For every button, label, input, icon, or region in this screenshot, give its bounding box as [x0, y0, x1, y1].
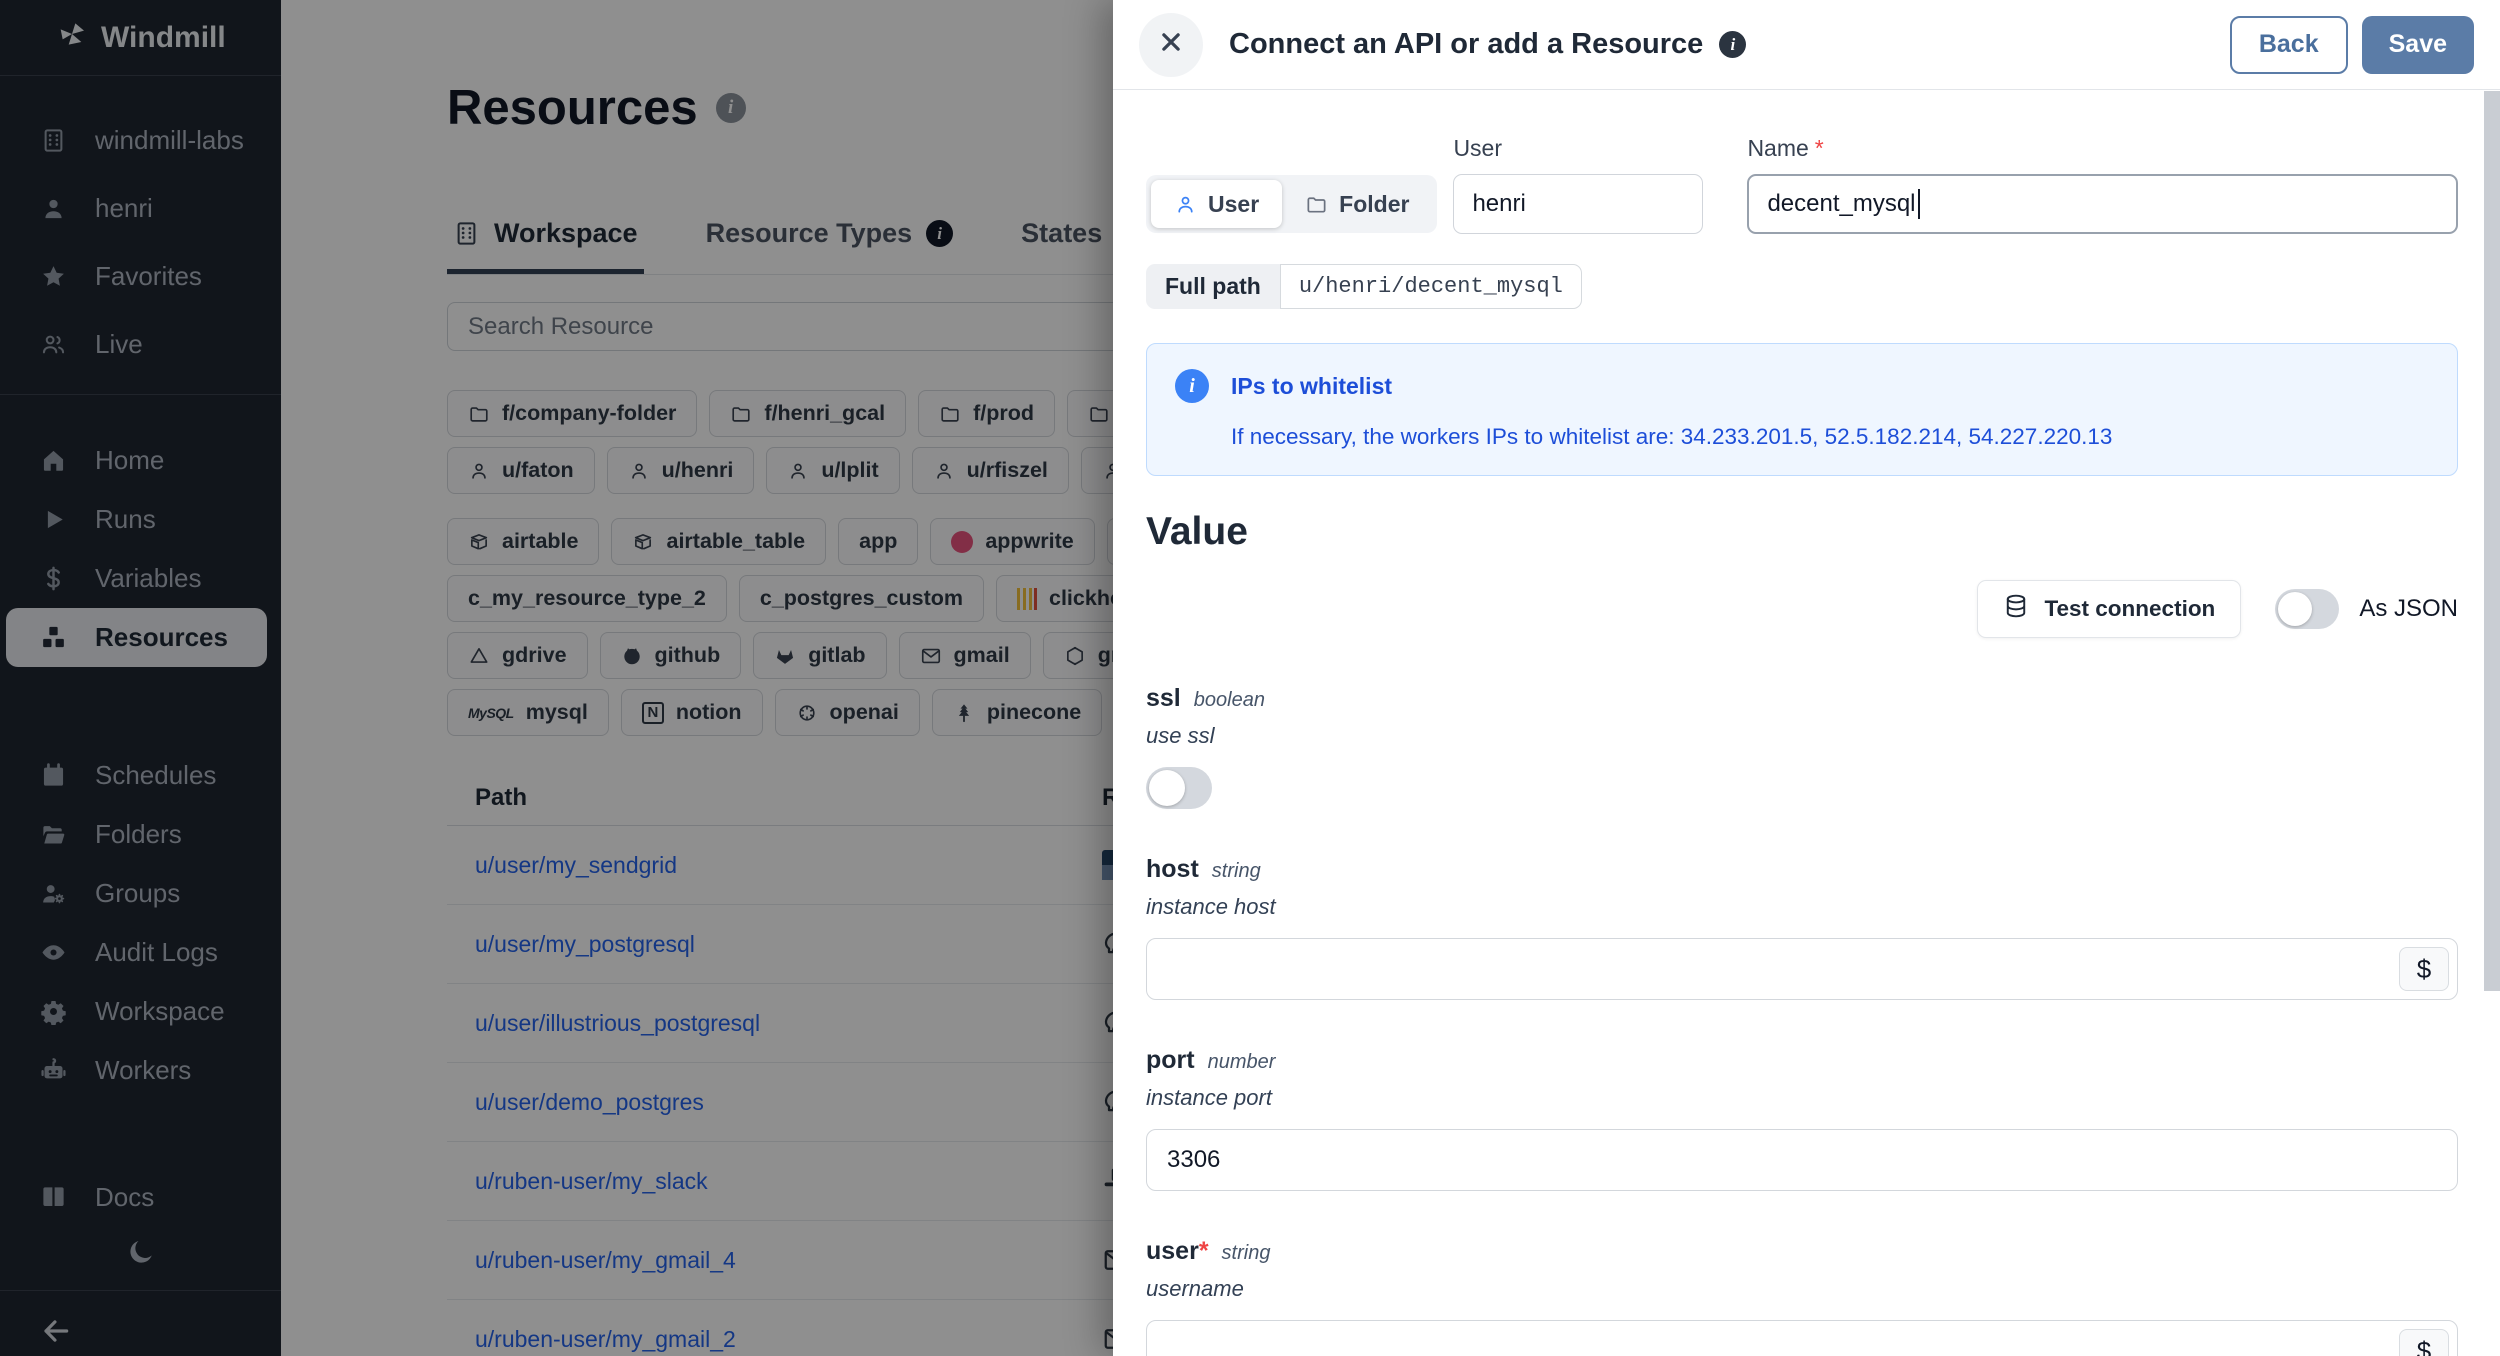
back-button[interactable]: Back: [2229, 15, 2348, 74]
field-description: instance host: [1146, 894, 1276, 919]
schema-field-user: user*stringusername$Required: [1146, 1237, 2458, 1356]
owner-kind-folder[interactable]: Folder: [1282, 180, 1432, 228]
field-description: username: [1146, 1276, 1244, 1301]
app-screen: Windmill windmill-labs henri Favorites Live…: [0, 0, 2500, 1356]
ip-whitelist-infobox: i IPs to whitelist If necessary, the wor…: [1146, 343, 2458, 476]
field-name: port: [1146, 1046, 1195, 1074]
owner-input[interactable]: henri: [1453, 174, 1704, 234]
drawer-body: User Folder User henri Name * decent_mys…: [1113, 91, 2484, 1356]
owner-field-label: User: [1453, 135, 1502, 161]
field-type: string: [1221, 1242, 1271, 1264]
field-name: user*: [1146, 1237, 1209, 1265]
name-input[interactable]: decent_mysql: [1747, 174, 2458, 234]
insert-variable-button[interactable]: $: [2399, 947, 2449, 991]
field-type: string: [1211, 860, 1261, 882]
name-field-label: Name *: [1747, 135, 1824, 161]
field-type: number: [1207, 1051, 1276, 1073]
field-description: use ssl: [1146, 723, 1215, 748]
as-json-toggle[interactable]: [2275, 589, 2340, 629]
add-resource-drawer: Connect an API or add a Resource i Back …: [1113, 0, 2500, 1356]
schema-field-host: host string instance host $: [1146, 855, 2458, 1000]
host-input[interactable]: $: [1146, 938, 2458, 1000]
port-input[interactable]: 3306: [1146, 1129, 2458, 1191]
close-button[interactable]: [1139, 12, 1203, 77]
person-icon: [1174, 193, 1197, 216]
test-connection-button[interactable]: Test connection: [1977, 580, 2242, 638]
ssl-toggle[interactable]: [1146, 767, 1212, 809]
user-input[interactable]: $: [1146, 1320, 2458, 1356]
save-button[interactable]: Save: [2361, 15, 2474, 74]
as-json-label: As JSON: [2359, 595, 2458, 622]
owner-kind-toggle: User Folder: [1146, 175, 1438, 233]
owner-kind-user[interactable]: User: [1151, 180, 1283, 228]
schema-field-port: port number instance port 3306: [1146, 1046, 2458, 1191]
field-name: ssl: [1146, 684, 1181, 712]
full-path-value: u/henri/decent_mysql: [1279, 264, 1582, 309]
database-icon: [2003, 593, 2029, 625]
close-icon: [1156, 27, 1186, 62]
text-cursor: [1917, 189, 1920, 219]
schema-field-ssl: ssl boolean use ssl: [1146, 684, 2458, 809]
field-description: instance port: [1146, 1085, 1272, 1110]
full-path-label: Full path: [1146, 264, 1280, 309]
infobox-body: If necessary, the workers IPs to whiteli…: [1231, 424, 2113, 449]
drawer-header: Connect an API or add a Resource i Back …: [1113, 0, 2500, 90]
drawer-scrollbar[interactable]: [2484, 91, 2500, 991]
insert-variable-button[interactable]: $: [2399, 1329, 2449, 1356]
value-section-title: Value: [1146, 510, 1248, 553]
drawer-title: Connect an API or add a Resource: [1229, 28, 1704, 60]
folder-icon: [1305, 193, 1328, 216]
info-icon: i: [1175, 369, 1209, 403]
infobox-title: IPs to whitelist: [1231, 372, 1393, 399]
field-name: host: [1146, 855, 1199, 883]
info-icon[interactable]: i: [1719, 31, 1747, 58]
field-type: boolean: [1193, 689, 1265, 711]
required-asterisk: *: [1814, 135, 1824, 161]
